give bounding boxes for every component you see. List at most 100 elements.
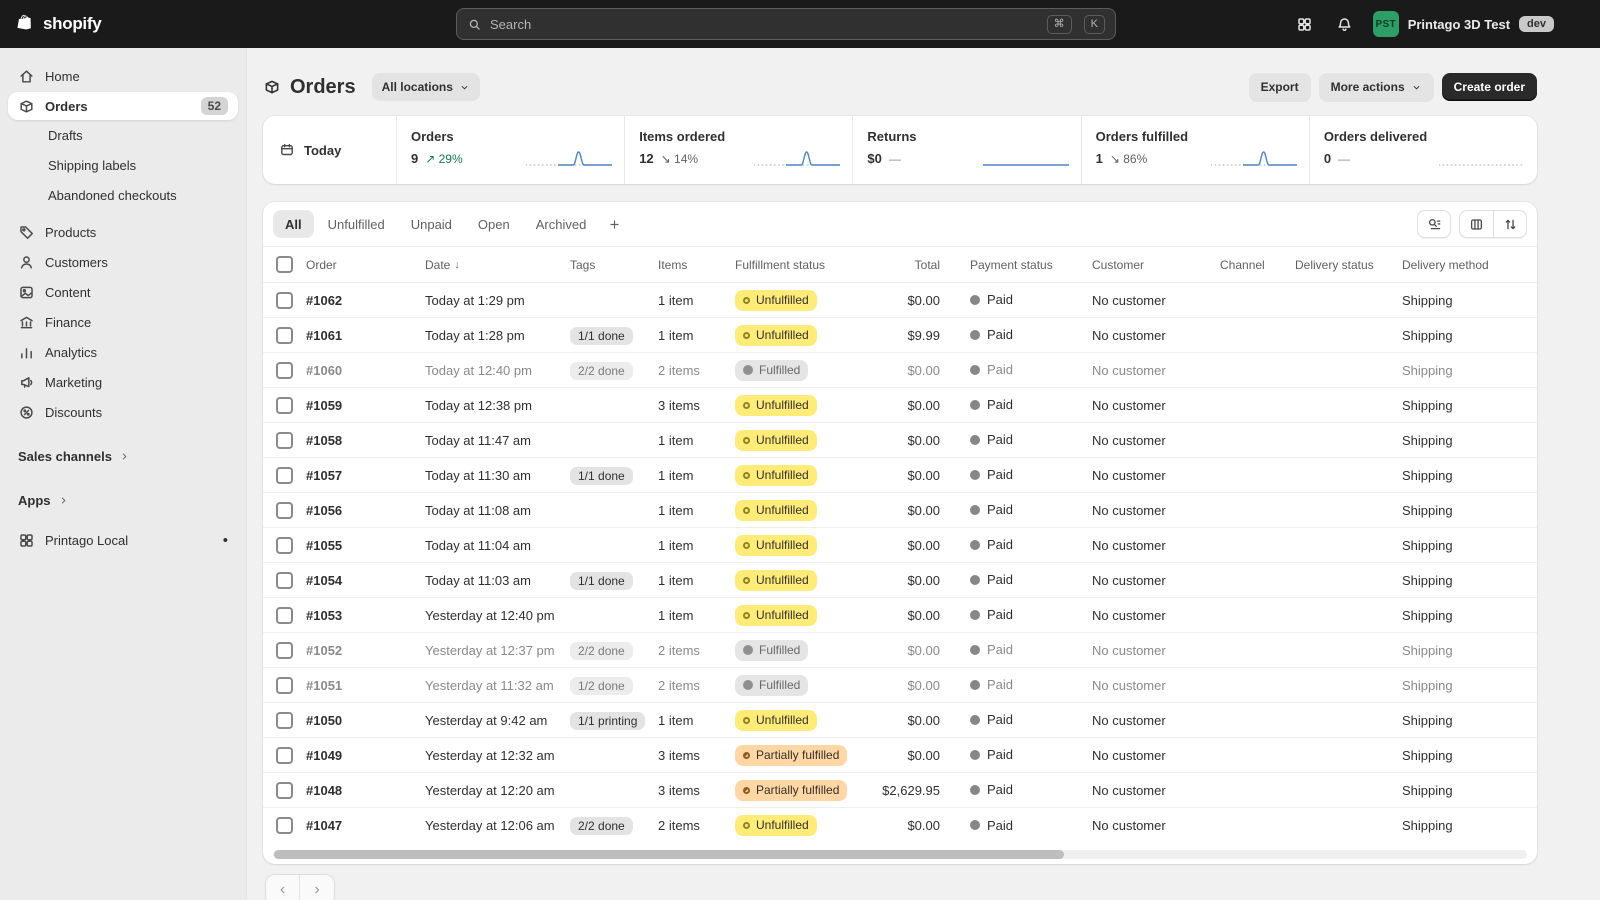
- order-number-cell[interactable]: #1052: [306, 633, 425, 668]
- order-row-1057[interactable]: #1057Today at 11:30 am1/1 done1 itemUnfu…: [263, 458, 1537, 493]
- select-all-checkbox[interactable]: [276, 256, 293, 273]
- scrollbar-thumb[interactable]: [274, 850, 1064, 859]
- row-checkbox[interactable]: [276, 712, 293, 729]
- order-row-1060[interactable]: #1060Today at 12:40 pm2/2 done2 itemsFul…: [263, 353, 1537, 388]
- col-header-date[interactable]: Date↓: [425, 258, 460, 272]
- order-number[interactable]: #1048: [306, 783, 342, 798]
- sidebar-item-customers[interactable]: Customers: [8, 248, 238, 276]
- sidebar-item-shipping-labels[interactable]: Shipping labels: [8, 152, 238, 178]
- col-header-items[interactable]: Items: [658, 258, 687, 272]
- sidebar-item-marketing[interactable]: Marketing: [8, 368, 238, 396]
- order-row-1055[interactable]: #1055Today at 11:04 am1 itemUnfulfilled$…: [263, 528, 1537, 563]
- tab-unfulfilled[interactable]: Unfulfilled: [316, 210, 397, 238]
- row-checkbox[interactable]: [276, 817, 293, 834]
- metric-orders[interactable]: Orders9↗ 29%: [396, 116, 624, 184]
- order-row-1053[interactable]: #1053Yesterday at 12:40 pm1 itemUnfulfil…: [263, 598, 1537, 633]
- order-number[interactable]: #1051: [306, 678, 342, 693]
- export-button[interactable]: Export: [1249, 73, 1311, 101]
- order-row-1054[interactable]: #1054Today at 11:03 am1/1 done1 itemUnfu…: [263, 563, 1537, 598]
- order-number-cell[interactable]: #1049: [306, 738, 425, 773]
- admin-apps-button[interactable]: [1289, 8, 1321, 40]
- create-order-button[interactable]: Create order: [1442, 73, 1537, 101]
- row-checkbox[interactable]: [276, 782, 293, 799]
- order-number[interactable]: #1058: [306, 433, 342, 448]
- order-number[interactable]: #1062: [306, 293, 342, 308]
- order-row-1061[interactable]: #1061Today at 1:28 pm1/1 done1 itemUnful…: [263, 318, 1537, 353]
- sales-channels-section[interactable]: Sales channels: [8, 442, 238, 470]
- order-row-1048[interactable]: #1048Yesterday at 12:20 am3 itemsPartial…: [263, 773, 1537, 808]
- order-number[interactable]: #1054: [306, 573, 342, 588]
- row-checkbox[interactable]: [276, 677, 293, 694]
- row-checkbox[interactable]: [276, 502, 293, 519]
- row-checkbox[interactable]: [276, 467, 293, 484]
- order-row-1059[interactable]: #1059Today at 12:38 pm3 itemsUnfulfilled…: [263, 388, 1537, 423]
- order-row-1049[interactable]: #1049Yesterday at 12:32 am3 itemsPartial…: [263, 738, 1537, 773]
- shopify-logo[interactable]: shopify: [16, 13, 101, 35]
- row-checkbox[interactable]: [276, 607, 293, 624]
- order-number-cell[interactable]: #1056: [306, 493, 425, 528]
- row-checkbox[interactable]: [276, 572, 293, 589]
- metric-returns[interactable]: Returns$0—: [852, 116, 1080, 184]
- order-number[interactable]: #1057: [306, 468, 342, 483]
- metric-items-ordered[interactable]: Items ordered12↘ 14%: [624, 116, 852, 184]
- prev-page-button[interactable]: ‹: [266, 875, 300, 900]
- order-row-1062[interactable]: #1062Today at 1:29 pm1 itemUnfulfilled$0…: [263, 283, 1537, 318]
- order-number-cell[interactable]: #1060: [306, 353, 425, 388]
- sidebar-item-content[interactable]: Content: [8, 278, 238, 306]
- order-row-1050[interactable]: #1050Yesterday at 9:42 am1/1 printing1 i…: [263, 703, 1537, 738]
- sidebar-item-products[interactable]: Products: [8, 218, 238, 246]
- col-header-delivery-method[interactable]: Delivery method: [1402, 258, 1489, 272]
- add-view-button[interactable]: [600, 210, 628, 238]
- row-checkbox[interactable]: [276, 432, 293, 449]
- sort-button[interactable]: [1493, 210, 1527, 238]
- sidebar-item-orders[interactable]: Orders52: [8, 92, 238, 120]
- col-header-channel[interactable]: Channel: [1220, 258, 1265, 272]
- order-number-cell[interactable]: #1053: [306, 598, 425, 633]
- order-number-cell[interactable]: #1062: [306, 283, 425, 318]
- col-header-delivery-status[interactable]: Delivery status: [1295, 258, 1374, 272]
- row-checkbox[interactable]: [276, 327, 293, 344]
- location-filter-button[interactable]: All locations: [372, 73, 480, 101]
- order-row-1056[interactable]: #1056Today at 11:08 am1 itemUnfulfilled$…: [263, 493, 1537, 528]
- metric-orders-fulfilled[interactable]: Orders fulfilled1↘ 86%: [1081, 116, 1309, 184]
- row-checkbox[interactable]: [276, 642, 293, 659]
- order-number[interactable]: #1060: [306, 363, 342, 378]
- sidebar-item-finance[interactable]: Finance: [8, 308, 238, 336]
- notifications-button[interactable]: [1329, 8, 1361, 40]
- order-number-cell[interactable]: #1055: [306, 528, 425, 563]
- sidebar-item-home[interactable]: Home: [8, 62, 238, 90]
- order-number-cell[interactable]: #1059: [306, 388, 425, 423]
- order-number-cell[interactable]: #1061: [306, 318, 425, 353]
- edit-columns-button[interactable]: [1459, 210, 1493, 238]
- store-menu[interactable]: PST Printago 3D Test dev: [1369, 7, 1560, 41]
- row-checkbox[interactable]: [276, 362, 293, 379]
- order-number[interactable]: #1056: [306, 503, 342, 518]
- order-number-cell[interactable]: #1058: [306, 423, 425, 458]
- apps-section[interactable]: Apps: [8, 486, 238, 514]
- global-search[interactable]: Search ⌘ K: [456, 8, 1116, 40]
- order-number[interactable]: #1055: [306, 538, 342, 553]
- tab-archived[interactable]: Archived: [524, 210, 599, 238]
- date-range-button[interactable]: Today: [263, 116, 396, 184]
- horizontal-scrollbar[interactable]: [273, 850, 1527, 859]
- order-number[interactable]: #1061: [306, 328, 342, 343]
- row-checkbox[interactable]: [276, 747, 293, 764]
- more-actions-button[interactable]: More actions: [1319, 73, 1434, 101]
- sidebar-item-drafts[interactable]: Drafts: [8, 122, 238, 148]
- sidebar-item-analytics[interactable]: Analytics: [8, 338, 238, 366]
- sidebar-item-abandoned-checkouts[interactable]: Abandoned checkouts: [8, 182, 238, 208]
- order-row-1051[interactable]: #1051Yesterday at 11:32 am1/2 done2 item…: [263, 668, 1537, 703]
- order-row-1058[interactable]: #1058Today at 11:47 am1 itemUnfulfilled$…: [263, 423, 1537, 458]
- sidebar-item-printago-local[interactable]: Printago Local •: [8, 526, 238, 554]
- tab-unpaid[interactable]: Unpaid: [399, 210, 464, 238]
- order-number-cell[interactable]: #1048: [306, 773, 425, 808]
- order-number-cell[interactable]: #1051: [306, 668, 425, 703]
- col-header-payment-status[interactable]: Payment status: [970, 258, 1053, 272]
- row-checkbox[interactable]: [276, 292, 293, 309]
- sidebar-item-discounts[interactable]: Discounts: [8, 398, 238, 426]
- order-number-cell[interactable]: #1050: [306, 703, 425, 738]
- col-header-total[interactable]: Total: [915, 258, 940, 272]
- order-number[interactable]: #1047: [306, 818, 342, 833]
- col-header-fulfillment-status[interactable]: Fulfillment status: [735, 258, 825, 272]
- row-checkbox[interactable]: [276, 397, 293, 414]
